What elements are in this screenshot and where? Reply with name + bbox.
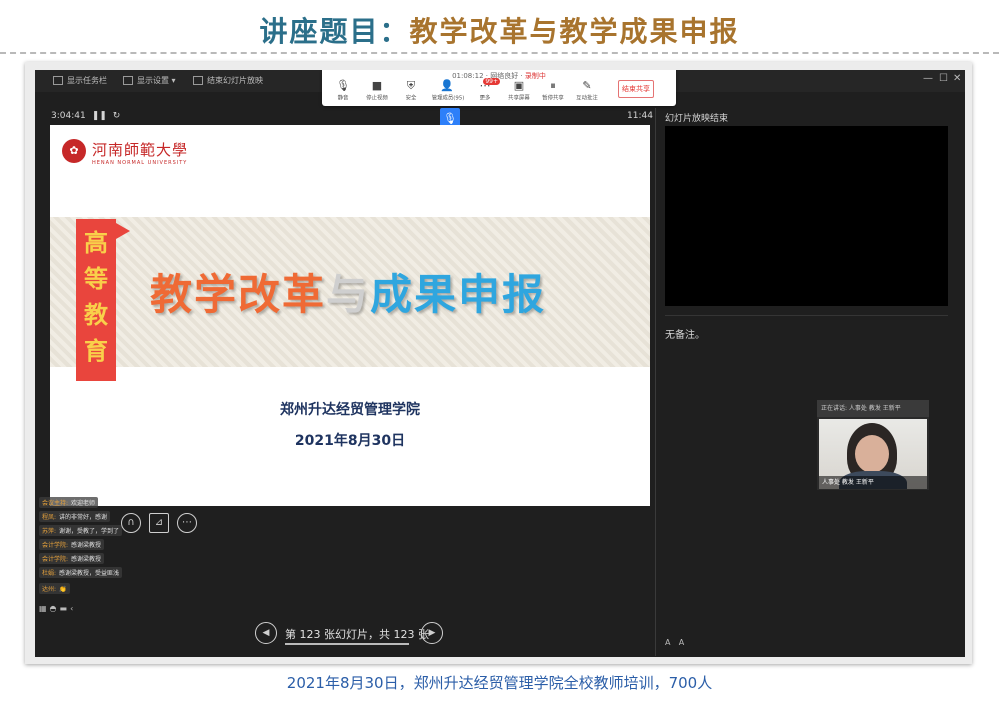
speaking-indicator: 正在讲话: 人事处 教发 王新平 [817,400,929,417]
stop-video-button[interactable]: ■ 停止视频 [360,79,394,102]
next-slide-button[interactable]: ▶ [421,622,443,644]
seal-icon: ✿ [62,139,86,163]
security-button[interactable]: ⛨ 安全 [394,79,428,102]
manage-participants-button[interactable]: 👤 管理成员(95) [430,79,465,102]
photo-caption: 2021年8月30日，郑州升达经贸管理学院全校教师培训，700人 [286,674,713,692]
chat-message: 杜娟: 感谢梁教授，受益匪浅 [39,567,123,578]
share-screen-icon: ▣ [513,79,525,92]
next-slide-title: 幻灯片放映结束 [665,114,729,124]
chat-message: 达州: 👏 [39,583,70,594]
shield-icon: ⛨ [406,79,416,92]
participant-name: 人事处 教发 王新平 [819,476,927,489]
end-slideshow-icon [193,76,203,85]
minimize-icon[interactable]: — [923,73,933,84]
meeting-toolbar: 01:08:12 · 网络良好 · 录制中 🎙 静音 ■ 停止视频 ⛨ 安全 👤 管理成… [322,70,676,106]
maximize-icon[interactable]: ☐ [939,73,948,84]
chat-message: 会计学院: 感谢梁教授 [39,553,105,564]
taskbar-icon [53,76,63,85]
slide-counter: 第 123 张幻灯片，共 123 张 [285,628,429,641]
slide-date: 2021年8月30日 [294,433,406,449]
current-time: 11:44 [627,111,653,121]
notes-separator [665,315,948,316]
restart-icon[interactable]: ↻ [113,111,121,121]
ribbon-text: 高等教育 [84,228,108,365]
microphone-icon: 🎙 [443,112,457,125]
pause-share-icon: ⏸ [550,79,556,92]
chat-message: 会议主持: 欢迎老师 [39,497,99,508]
title-divider [0,52,999,54]
elapsed-timer: 3:04:41 ❚❚ ↻ [51,111,121,121]
mute-button[interactable]: 🎙 静音 [326,79,360,102]
ribbon-tail [116,223,130,239]
annotate-button[interactable]: ✎ 互动批注 [570,79,604,102]
screen-tool-icon[interactable]: ⊿ [149,513,169,533]
share-screen-button[interactable]: ▣ 共享屏幕 [502,79,536,102]
slide-organization: 郑州升达经贸管理学院 [280,402,420,418]
chat-message: 会计学院: 感谢梁教授 [39,539,105,550]
next-slide-preview [665,126,948,306]
pause-share-button[interactable]: ⏸ 暂停共享 [536,79,570,102]
close-icon[interactable]: ✕ [953,73,961,84]
person-face [855,435,889,473]
pause-icon[interactable]: ❚❚ [92,111,107,121]
chat-message: 苏萍: 谢谢，受教了，学到了 [39,525,123,536]
chat-message: 程凤: 讲的非常好，感谢 [39,511,111,522]
speaker-notes: 无备注。 [665,330,705,341]
display-icon [123,76,133,85]
display-settings-button[interactable]: 显示设置 ▾ [123,75,176,86]
chat-tool-icons[interactable]: ▦◓▬‹ [39,604,76,613]
more-button[interactable]: ⋯ 99+ 更多 [468,78,502,102]
page-title: 讲座题目：教学改革与教学成果申报 [259,15,740,48]
video-feed: 人事处 教发 王新平 [819,419,927,489]
annotate-icon: ✎ [582,79,592,92]
presenter-view-window: 显示任务栏 显示设置 ▾ 结束幻灯片放映 — ☐ ✕ 01:08:12 · 网络… [35,70,965,657]
show-taskbar-button[interactable]: 显示任务栏 [53,75,107,86]
camera-icon: ■ [371,79,383,92]
slide-title: 教学改革与成果申报 [150,270,547,319]
microphone-icon: 🎙 [336,79,350,92]
previous-slide-button[interactable]: ◀ [255,622,277,644]
notification-badge: 99+ [483,78,500,85]
pane-divider [655,108,656,656]
more-options-icon[interactable]: ⋯ [177,513,197,533]
font-size-controls[interactable]: AA [665,638,692,647]
participant-video[interactable]: 正在讲话: 人事处 教发 王新平 人事处 教发 王新平 [817,400,929,490]
users-icon: 👤 [440,79,454,92]
headset-icon[interactable]: ∩ [121,513,141,533]
end-slideshow-button[interactable]: 结束幻灯片放映 [193,75,263,86]
slide-counter-underline [285,643,409,645]
current-slide: ✿ 河南師範大學 HENAN NORMAL UNIVERSITY 高等教育 教学… [50,125,650,506]
end-share-button[interactable]: 结束共享 [618,80,654,98]
